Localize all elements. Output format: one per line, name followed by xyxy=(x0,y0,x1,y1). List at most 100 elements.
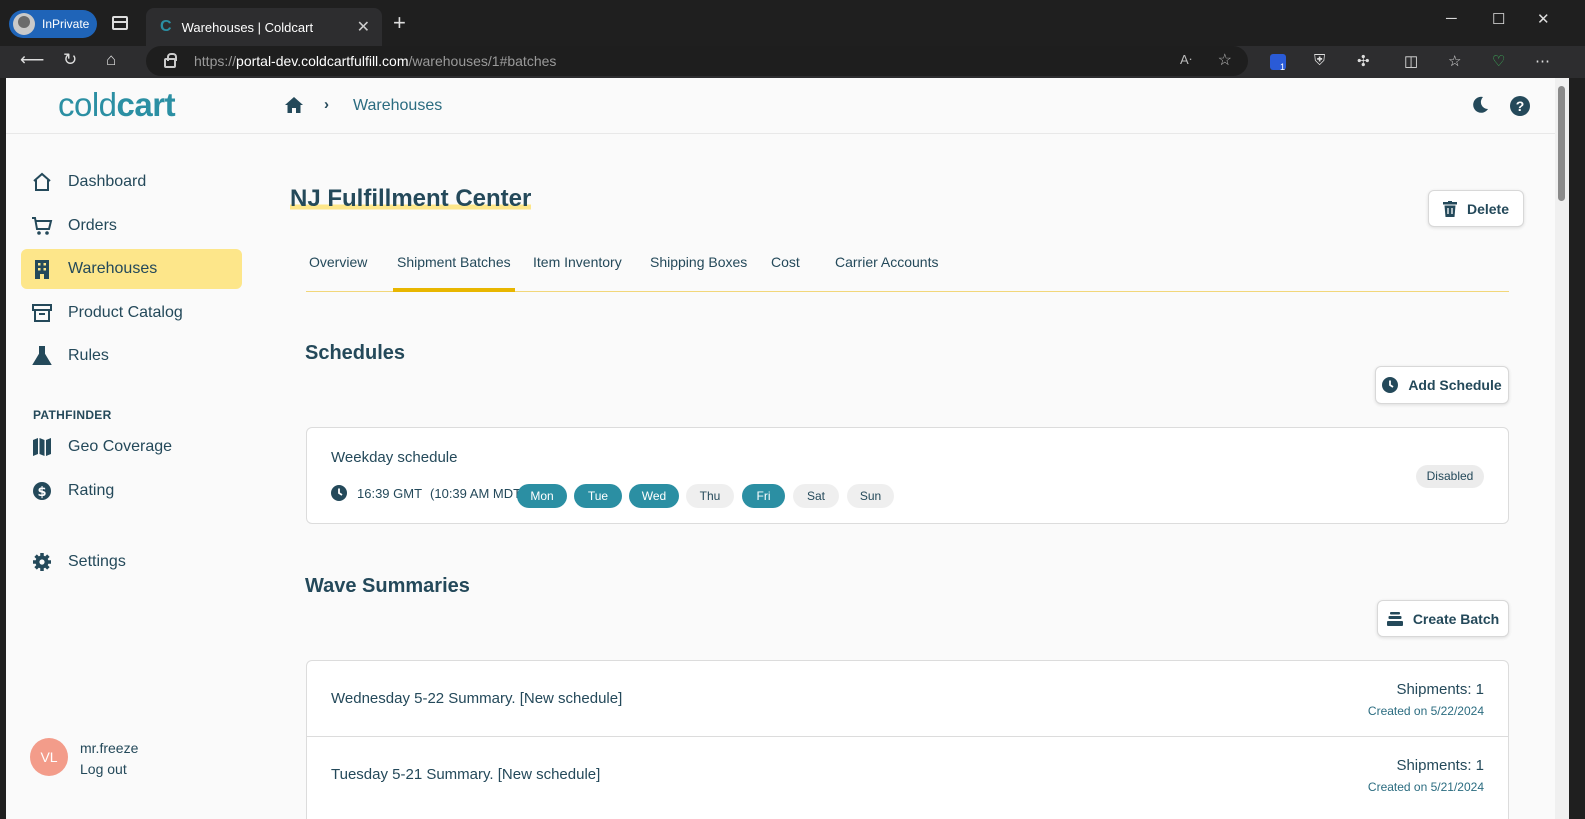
map-icon xyxy=(31,436,53,458)
sidebar-item-geo-coverage[interactable]: Geo Coverage xyxy=(21,427,242,467)
delete-button[interactable]: Delete xyxy=(1428,190,1524,227)
stack-icon xyxy=(1386,611,1403,626)
day-chip-sun[interactable]: Sun xyxy=(847,484,894,508)
tab-item-inventory[interactable]: Item Inventory xyxy=(533,254,622,292)
schedule-local-time: (10:39 AM MDT) xyxy=(430,485,526,501)
wave-summary-title: Wednesday 5-22 Summary. [New schedule] xyxy=(331,690,623,707)
sidebar-item-label: Dashboard xyxy=(68,173,147,190)
favorite-star-icon[interactable]: ☆ xyxy=(1218,50,1232,70)
app-page: coldcart › Warehouses ? Dashboard Orders… xyxy=(6,78,1555,819)
coldcart-logo[interactable]: coldcart xyxy=(58,86,176,124)
sidebar-item-product-catalog[interactable]: Product Catalog xyxy=(21,293,242,333)
cart-icon xyxy=(31,215,53,237)
day-chip-fri[interactable]: Fri xyxy=(742,484,785,508)
wave-summary-row[interactable]: Tuesday 5-21 Summary. [New schedule] Shi… xyxy=(306,736,1509,819)
wave-summary-title: Tuesday 5-21 Summary. [New schedule] xyxy=(331,766,601,783)
sidebar-item-dashboard[interactable]: Dashboard xyxy=(21,162,242,202)
tab-shipment-batches[interactable]: Shipment Batches xyxy=(393,254,515,292)
delete-label: Delete xyxy=(1466,200,1510,217)
sidebar-item-rules[interactable]: Rules xyxy=(21,336,242,376)
day-chip-thu[interactable]: Thu xyxy=(686,484,734,508)
health-icon[interactable]: ♡ xyxy=(1492,52,1505,70)
add-schedule-label: Add Schedule xyxy=(1408,377,1502,393)
tab-shipping-boxes[interactable]: Shipping Boxes xyxy=(650,254,747,292)
inprivate-badge[interactable]: InPrivate xyxy=(9,10,97,38)
help-icon[interactable]: ? xyxy=(1510,96,1530,116)
wave-created-date: Created on 5/21/2024 xyxy=(1367,780,1484,794)
tab-cost[interactable]: Cost xyxy=(771,254,800,292)
read-aloud-icon[interactable]: Aᐧ xyxy=(1180,52,1192,68)
close-window-button[interactable]: ✕ xyxy=(1537,10,1550,28)
wave-summary-row[interactable]: Wednesday 5-22 Summary. [New schedule] S… xyxy=(306,660,1509,737)
archive-icon xyxy=(31,302,53,324)
split-screen-icon[interactable]: ◫ xyxy=(1404,52,1418,70)
sidebar-item-settings[interactable]: Settings xyxy=(21,542,242,582)
wave-created-date: Created on 5/22/2024 xyxy=(1367,704,1484,718)
minimize-button[interactable]: ─ xyxy=(1446,10,1457,27)
url-text: https://portal-dev.coldcartfulfill.com/w… xyxy=(194,53,557,69)
sidebar-item-orders[interactable]: Orders xyxy=(21,206,242,246)
page-scrollbar[interactable] xyxy=(1555,78,1569,819)
tab-actions-icon[interactable] xyxy=(112,16,128,30)
refresh-icon[interactable]: ↻ xyxy=(63,50,77,70)
scrollbar-thumb[interactable] xyxy=(1558,86,1565,201)
sidebar-item-label: Warehouses xyxy=(68,260,158,277)
svg-text:$: $ xyxy=(37,485,46,500)
avatar[interactable]: VL xyxy=(30,738,68,776)
status-badge: Disabled xyxy=(1416,465,1484,488)
maximize-button[interactable]: ☐ xyxy=(1492,10,1505,28)
gear-icon xyxy=(31,551,53,573)
user-name: mr.freeze xyxy=(80,740,139,756)
home-browser-icon[interactable]: ⌂ xyxy=(106,50,116,70)
home-icon[interactable] xyxy=(285,97,303,118)
pathfinder-section-label: PATHFINDER xyxy=(33,408,112,422)
building-icon xyxy=(31,258,53,280)
page-title: NJ Fulfillment Center xyxy=(290,185,532,213)
wave-shipments-count: Shipments: 1 xyxy=(1396,757,1484,774)
extensions-icon[interactable]: ✣ xyxy=(1357,52,1370,70)
shield-extension-icon[interactable]: ⛨ xyxy=(1314,52,1325,69)
sidebar-item-rating[interactable]: $ Rating xyxy=(21,471,242,511)
close-tab-icon[interactable]: ✕ xyxy=(357,17,370,37)
create-batch-label: Create Batch xyxy=(1412,610,1500,627)
day-chip-tue[interactable]: Tue xyxy=(574,484,622,508)
clock-icon xyxy=(1382,377,1399,393)
day-chip-wed[interactable]: Wed xyxy=(629,484,679,508)
new-tab-button[interactable]: + xyxy=(393,10,406,36)
clock-icon xyxy=(331,485,347,501)
flask-icon xyxy=(31,345,53,367)
tab-overview[interactable]: Overview xyxy=(309,254,367,292)
dark-mode-moon-icon[interactable] xyxy=(1470,95,1490,120)
dollar-icon: $ xyxy=(31,480,53,502)
address-bar[interactable]: https://portal-dev.coldcartfulfill.com/w… xyxy=(146,46,1248,76)
wave-shipments-count: Shipments: 1 xyxy=(1396,681,1484,698)
back-icon[interactable]: ⟵ xyxy=(20,50,44,70)
sidebar-item-label: Product Catalog xyxy=(68,304,183,321)
add-schedule-button[interactable]: Add Schedule xyxy=(1375,366,1509,404)
profile-avatar xyxy=(13,13,35,35)
sidebar-item-label: Rating xyxy=(68,482,115,499)
browser-tab-bar: InPrivate C Warehouses | Coldcart ✕ + ─ … xyxy=(0,0,1585,46)
schedule-name: Weekday schedule xyxy=(331,449,458,466)
day-chip-sat[interactable]: Sat xyxy=(793,484,839,508)
schedules-heading: Schedules xyxy=(305,342,406,364)
favorites-icon[interactable]: ☆ xyxy=(1448,52,1461,70)
logout-link[interactable]: Log out xyxy=(80,761,127,777)
browser-tab[interactable]: C Warehouses | Coldcart ✕ xyxy=(146,8,382,46)
chevron-right-icon: › xyxy=(324,96,329,113)
home-icon xyxy=(31,171,53,193)
tab-carrier-accounts[interactable]: Carrier Accounts xyxy=(835,254,938,292)
bitwarden-extension-icon[interactable]: 1 xyxy=(1270,54,1286,72)
create-batch-button[interactable]: Create Batch xyxy=(1377,600,1509,637)
more-menu-icon[interactable]: ⋯ xyxy=(1535,52,1550,70)
breadcrumb-warehouses[interactable]: Warehouses xyxy=(353,97,442,115)
browser-nav-bar: ⟵ ↻ ⌂ https://portal-dev.coldcartfulfill… xyxy=(0,46,1585,78)
day-chip-mon[interactable]: Mon xyxy=(517,484,567,508)
schedule-time: 16:39 GMT (10:39 AM MDT) xyxy=(331,485,525,501)
app-header: coldcart › Warehouses ? xyxy=(6,78,1555,134)
sidebar-item-warehouses[interactable]: Warehouses xyxy=(21,249,242,289)
inprivate-label: InPrivate xyxy=(42,17,90,31)
sidebar-item-label: Geo Coverage xyxy=(68,438,173,455)
sidebar-item-label: Rules xyxy=(68,347,109,364)
schedule-card[interactable]: Weekday schedule 16:39 GMT (10:39 AM MDT… xyxy=(306,427,1509,524)
